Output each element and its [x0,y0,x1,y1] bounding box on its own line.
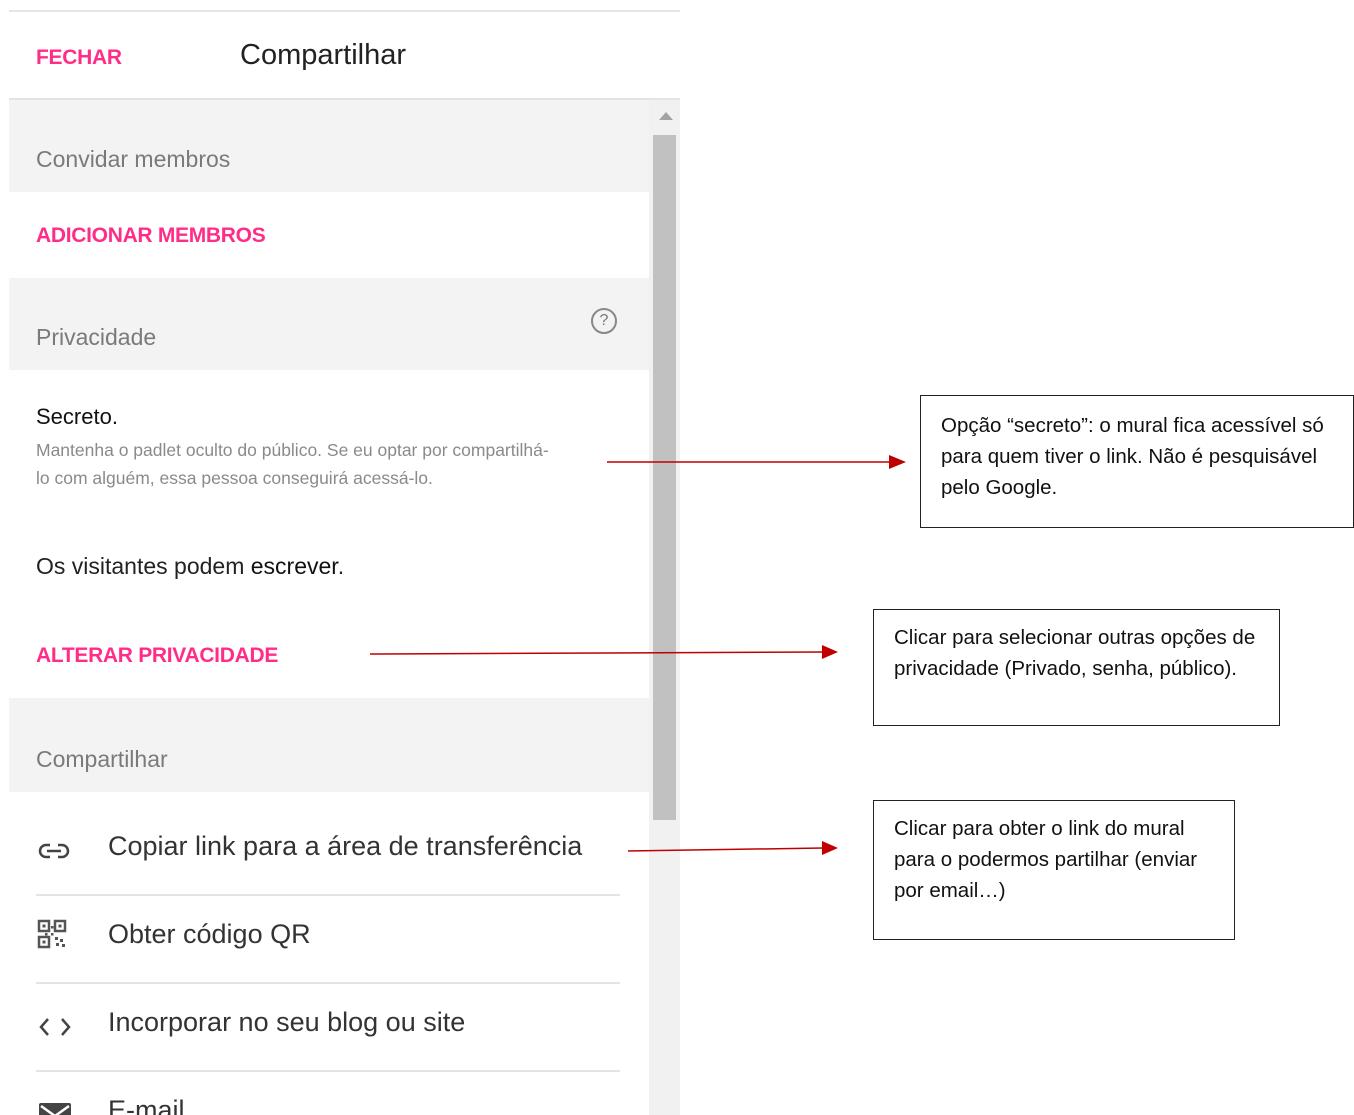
arrow-copy-link [627,841,838,855]
callout-copy-link: Clicar para obter o link do mural para o… [873,800,1235,940]
annotation-arrows [369,455,906,855]
arrow-secret [607,455,906,469]
arrow-change-privacy [369,645,838,659]
callout-secret: Opção “secreto”: o mural fica acessível … [920,395,1354,528]
callout-change-privacy: Clicar para selecionar outras opções de … [873,609,1280,726]
